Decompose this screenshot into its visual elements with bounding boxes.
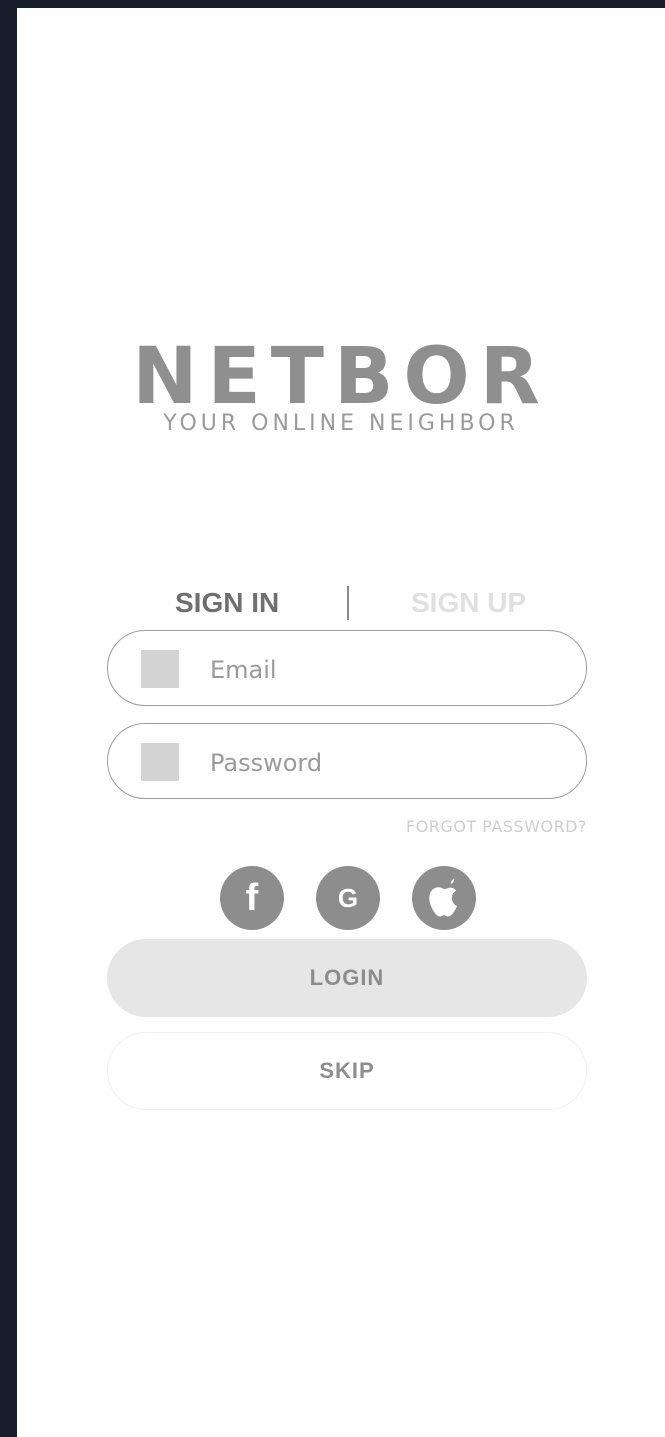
google-icon: G [337, 883, 359, 913]
facebook-login-button[interactable]: f [220, 866, 284, 930]
password-input[interactable] [208, 742, 562, 784]
app-logo-tagline: YOUR ONLINE NEIGHBOR [163, 411, 519, 436]
email-icon [141, 650, 179, 688]
login-button[interactable]: LOGIN [107, 939, 587, 1017]
skip-button[interactable]: SKIP [107, 1032, 587, 1110]
apple-icon [429, 878, 457, 917]
password-field[interactable] [107, 723, 587, 799]
app-logo-title: NETBOR [132, 332, 550, 422]
apple-login-button[interactable] [412, 866, 476, 930]
facebook-icon: f [245, 877, 259, 919]
tab-sign-up[interactable]: SIGN UP [411, 580, 526, 626]
tab-divider [347, 586, 349, 620]
auth-tabs: SIGN IN SIGN UP [17, 580, 665, 630]
email-field[interactable] [107, 630, 587, 706]
google-login-button[interactable]: G [316, 866, 380, 930]
forgot-password-link[interactable]: FORGOT PASSWORD? [406, 817, 587, 836]
lock-icon [141, 743, 179, 781]
tab-sign-in[interactable]: SIGN IN [175, 580, 279, 626]
app-screen: NETBOR YOUR ONLINE NEIGHBOR SIGN IN SIGN… [17, 8, 665, 1437]
email-input[interactable] [208, 649, 562, 691]
